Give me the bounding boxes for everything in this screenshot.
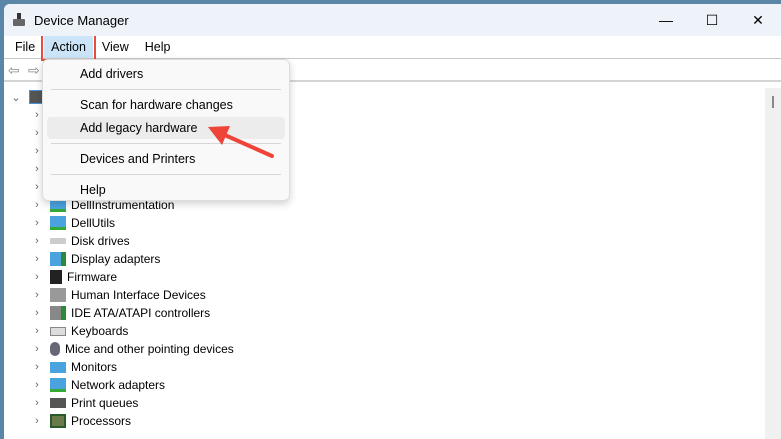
device-category-icon — [50, 361, 66, 373]
tree-item-label: Human Interface Devices — [71, 288, 206, 302]
tree-item-label: Keyboards — [71, 324, 129, 338]
minimize-button[interactable]: — — [643, 4, 689, 36]
menu-separator — [51, 89, 281, 90]
device-category-icon — [50, 326, 66, 336]
device-category-icon — [50, 414, 66, 428]
menu-file[interactable]: File — [8, 36, 42, 58]
tree-item[interactable]: › DellUtils — [4, 214, 765, 232]
tree-item-label: Network adapters — [71, 378, 166, 392]
tree-item-label: Monitors — [71, 360, 118, 374]
device-category-icon — [50, 238, 66, 244]
red-arrow-annotation — [208, 126, 274, 158]
tree-item-label: Processors — [71, 414, 132, 428]
menu-bar: File Action View Help — [4, 33, 781, 61]
tree-item-label: Disk drives — [71, 234, 130, 248]
chevron-right-icon[interactable]: › — [31, 379, 43, 391]
device-category-icon — [50, 306, 66, 320]
tree-item[interactable]: › Display adapters — [4, 250, 765, 268]
tree-item[interactable]: › Disk drives — [4, 232, 765, 250]
menu-help[interactable]: Help — [138, 36, 178, 58]
tree-item-label: Firmware — [67, 270, 117, 284]
chevron-right-icon[interactable]: › — [31, 289, 43, 301]
device-category-icon — [50, 252, 66, 266]
back-icon[interactable]: ⇦ — [8, 63, 24, 77]
tree-item-label: Display adapters — [71, 252, 161, 266]
chevron-right-icon[interactable]: › — [31, 397, 43, 409]
menu-separator — [51, 174, 281, 175]
chevron-right-icon[interactable]: › — [31, 325, 43, 337]
chevron-right-icon[interactable]: › — [31, 271, 43, 283]
tree-item-label: IDE ATA/ATAPI controllers — [71, 306, 211, 320]
chevron-right-icon[interactable]: › — [31, 361, 43, 373]
menu-view[interactable]: View — [95, 36, 136, 58]
chevron-right-icon[interactable]: › — [31, 253, 43, 265]
tree-item[interactable]: › Keyboards — [4, 322, 765, 340]
tree-item[interactable]: › Human Interface Devices — [4, 286, 765, 304]
device-category-icon — [50, 270, 62, 284]
tree-item-label: Mice and other pointing devices — [65, 342, 234, 356]
maximize-button[interactable]: ☐ — [689, 4, 735, 36]
device-category-icon — [50, 378, 66, 392]
menu-item-scan-hardware[interactable]: Scan for hardware changes — [47, 94, 285, 116]
chevron-right-icon[interactable]: › — [31, 415, 43, 427]
tree-item[interactable]: › Print queues — [4, 394, 765, 412]
menu-action[interactable]: Action — [41, 33, 96, 61]
chevron-right-icon[interactable]: › — [31, 343, 43, 355]
device-category-icon — [50, 288, 66, 302]
scrollbar-up-icon[interactable] — [772, 96, 774, 108]
device-category-icon — [50, 398, 66, 408]
tree-item[interactable]: › Firmware — [4, 268, 765, 286]
tree-item-label: DellUtils — [71, 216, 116, 230]
tree-item[interactable]: › Processors — [4, 412, 765, 430]
window-title: Device Manager — [34, 12, 129, 28]
chevron-right-icon[interactable]: › — [31, 307, 43, 319]
vertical-scrollbar[interactable] — [765, 88, 781, 439]
title-bar: Device Manager — ☐ ✕ — [4, 4, 781, 36]
tree-item[interactable]: › Monitors — [4, 358, 765, 376]
chevron-right-icon[interactable]: › — [31, 235, 43, 247]
close-button[interactable]: ✕ — [735, 4, 781, 36]
device-category-icon — [50, 342, 60, 356]
device-category-icon — [50, 216, 66, 230]
menu-item-help[interactable]: Help — [47, 179, 285, 201]
tree-item[interactable]: › Mice and other pointing devices — [4, 340, 765, 358]
menu-item-add-drivers[interactable]: Add drivers — [47, 63, 285, 85]
device-manager-icon — [12, 13, 26, 27]
chevron-right-icon[interactable]: › — [31, 199, 43, 211]
tree-item-label: Print queues — [71, 396, 139, 410]
chevron-right-icon[interactable]: › — [31, 217, 43, 229]
chevron-down-icon[interactable]: ⌄ — [10, 91, 22, 104]
tree-item[interactable]: › IDE ATA/ATAPI controllers — [4, 304, 765, 322]
tree-item[interactable]: › Network adapters — [4, 376, 765, 394]
